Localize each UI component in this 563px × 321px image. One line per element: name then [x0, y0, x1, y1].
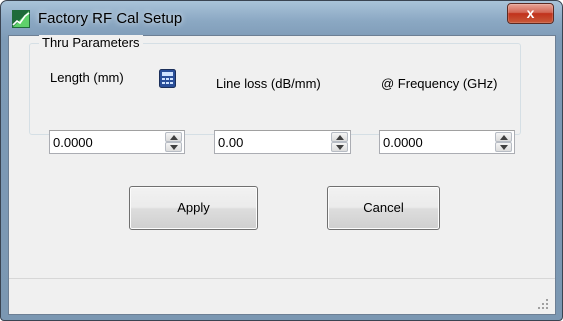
length-field[interactable] [49, 130, 185, 154]
resize-grip-icon[interactable] [537, 298, 549, 310]
line-loss-field[interactable] [214, 130, 351, 154]
apply-button[interactable]: Apply [129, 186, 258, 230]
frequency-increment-button[interactable] [495, 132, 512, 142]
length-input[interactable] [50, 131, 163, 153]
line-loss-increment-button[interactable] [331, 132, 348, 142]
title-bar[interactable]: Factory RF Cal Setup x [1, 1, 562, 35]
spin-up-icon [336, 135, 344, 140]
cancel-button[interactable]: Cancel [327, 186, 440, 230]
spin-up-icon [500, 135, 508, 140]
frequency-spinner[interactable] [495, 132, 512, 152]
length-decrement-button[interactable] [165, 142, 182, 152]
line-loss-input[interactable] [215, 131, 329, 153]
app-icon [12, 10, 30, 28]
frequency-field[interactable] [379, 130, 515, 154]
line-loss-label: Line loss (dB/mm) [216, 76, 321, 91]
line-loss-spinner[interactable] [331, 132, 348, 152]
length-label: Length (mm) [50, 70, 124, 85]
frequency-input[interactable] [380, 131, 493, 153]
spin-up-icon [170, 135, 178, 140]
close-icon: x [526, 5, 535, 21]
spin-down-icon [336, 145, 344, 150]
length-increment-button[interactable] [165, 132, 182, 142]
status-bar [9, 278, 555, 314]
spin-down-icon [170, 145, 178, 150]
line-loss-decrement-button[interactable] [331, 142, 348, 152]
length-spinner[interactable] [165, 132, 182, 152]
window-title: Factory RF Cal Setup [38, 10, 183, 27]
spin-down-icon [500, 145, 508, 150]
frequency-label: @ Frequency (GHz) [381, 76, 498, 91]
close-button[interactable]: x [507, 3, 554, 24]
group-legend: Thru Parameters [39, 35, 143, 50]
calculator-icon[interactable] [159, 69, 176, 88]
frequency-decrement-button[interactable] [495, 142, 512, 152]
dialog-window: Factory RF Cal Setup x Thru Parameters L… [0, 0, 563, 321]
